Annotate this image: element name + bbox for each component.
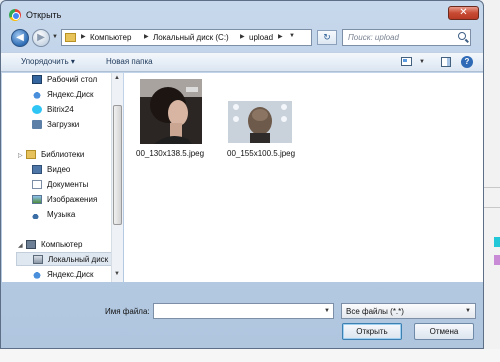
title-bar: Открыть ✕	[1, 1, 483, 27]
recent-locations-chevron-icon[interactable]: ▼	[52, 34, 58, 40]
scrollbar-thumb[interactable]	[113, 105, 122, 225]
libraries-icon	[26, 150, 36, 159]
change-view-icon[interactable]	[401, 57, 412, 66]
background-divider	[483, 187, 500, 188]
refresh-button[interactable]: ↻	[317, 30, 337, 45]
file-thumbnail[interactable]	[140, 79, 202, 144]
hairstyle-back-photo	[228, 101, 292, 143]
yandex-disk-icon	[32, 90, 42, 99]
breadcrumb-separator-icon[interactable]: ▶	[278, 33, 283, 40]
sidebar-item-label: Видео	[47, 165, 71, 174]
video-icon	[32, 165, 42, 174]
expand-computer-icon[interactable]: ◢	[18, 242, 23, 249]
search-icon[interactable]	[458, 32, 466, 40]
bitrix24-icon	[32, 105, 42, 114]
desktop-icon	[32, 75, 42, 84]
new-folder-button[interactable]: Новая папка	[106, 57, 153, 66]
music-icon	[32, 210, 42, 219]
help-button[interactable]: ?	[461, 56, 473, 68]
close-button[interactable]: ✕	[448, 6, 479, 20]
background-divider	[483, 207, 500, 208]
hard-drive-icon	[33, 255, 43, 264]
breadcrumb-separator-icon[interactable]: ▶	[144, 33, 149, 40]
background-accent	[494, 255, 500, 265]
sidebar-item-label: Музыка	[47, 210, 76, 219]
chrome-icon	[9, 9, 21, 21]
downloads-icon	[32, 120, 42, 129]
address-dropdown-chevron-icon[interactable]: ▼	[289, 33, 295, 39]
file-name[interactable]: 00_130x138.5.jpeg	[136, 149, 204, 158]
back-button[interactable]: ◀	[11, 29, 29, 47]
organize-button[interactable]: Упорядочить ▾	[21, 57, 75, 66]
background-page	[483, 0, 500, 362]
breadcrumb-separator-icon[interactable]: ▶	[81, 33, 86, 40]
file-name-label: Имя файла:	[105, 307, 150, 316]
window-title: Открыть	[26, 10, 62, 20]
file-name[interactable]: 00_155x100.5.jpeg	[227, 149, 295, 158]
file-list: 00_130x138.5.jpeg 00_155x100.5.jpeg	[124, 73, 483, 282]
images-icon	[32, 195, 42, 204]
file-type-value: Все файлы (*.*)	[346, 307, 404, 316]
open-button[interactable]: Открыть	[342, 323, 402, 340]
file-thumbnail[interactable]	[228, 101, 292, 143]
woman-profile-photo	[140, 79, 202, 144]
computer-icon	[26, 240, 36, 249]
address-bar[interactable]: ▶ Компьютер ▶ Локальный диск (C:) ▶ uplo…	[61, 29, 312, 46]
breadcrumb-upload[interactable]: upload	[249, 33, 273, 42]
background-page-bottom	[0, 349, 500, 362]
folder-icon	[65, 33, 76, 42]
file-name-history-chevron-icon[interactable]: ▼	[324, 308, 330, 314]
sidebar-item-label: Яндекс.Диск	[47, 90, 94, 99]
cancel-button[interactable]: Отмена	[414, 323, 474, 340]
sidebar-item-label: Компьютер	[41, 240, 83, 249]
sidebar-item-label: Яндекс.Диск	[47, 270, 94, 279]
scroll-up-arrow-icon[interactable]: ▲	[114, 75, 120, 81]
breadcrumb-local-disk[interactable]: Локальный диск (C:)	[153, 33, 229, 42]
navigation-pane: Рабочий стол Яндекс.Диск Bitrix24 Загруз…	[2, 73, 123, 282]
sidebar-item-label: Загрузки	[47, 120, 80, 129]
file-type-select[interactable]: Все файлы (*.*) ▼	[341, 303, 476, 319]
sidebar-item-local-disk[interactable]: Локальный диск	[16, 252, 112, 266]
search-placeholder: Поиск: upload	[348, 33, 399, 42]
scroll-down-arrow-icon[interactable]: ▼	[114, 271, 120, 277]
sidebar-item-label: Локальный диск	[48, 255, 109, 264]
sidebar-item-label: Рабочий стол	[47, 75, 98, 84]
navigation-scrollbar[interactable]: ▲ ▼	[111, 73, 123, 282]
command-bar: Упорядочить ▾ Новая папка ▼ ?	[1, 52, 483, 72]
chevron-down-icon: ▼	[465, 308, 471, 314]
sidebar-item-label: Bitrix24	[47, 105, 74, 114]
breadcrumb-separator-icon[interactable]: ▶	[240, 33, 245, 40]
preview-pane-icon[interactable]	[441, 57, 451, 67]
sidebar-item-label: Библиотеки	[41, 150, 85, 159]
open-file-dialog: Открыть ✕ ◀ ▶ ▼ ▶ Компьютер ▶ Локальный …	[0, 0, 484, 349]
breadcrumb-computer[interactable]: Компьютер	[90, 33, 131, 42]
expand-libraries-icon[interactable]: ▷	[18, 152, 23, 159]
background-accent	[494, 237, 500, 247]
documents-icon	[32, 180, 42, 189]
search-input[interactable]: Поиск: upload	[342, 29, 471, 46]
file-name-field[interactable]: ▼	[153, 303, 334, 319]
yandex-disk-icon	[32, 270, 42, 279]
forward-button[interactable]: ▶	[32, 29, 50, 47]
sidebar-item-label: Изображения	[47, 195, 98, 204]
sidebar-item-label: Документы	[47, 180, 89, 189]
view-options-chevron-icon[interactable]: ▼	[419, 59, 425, 65]
